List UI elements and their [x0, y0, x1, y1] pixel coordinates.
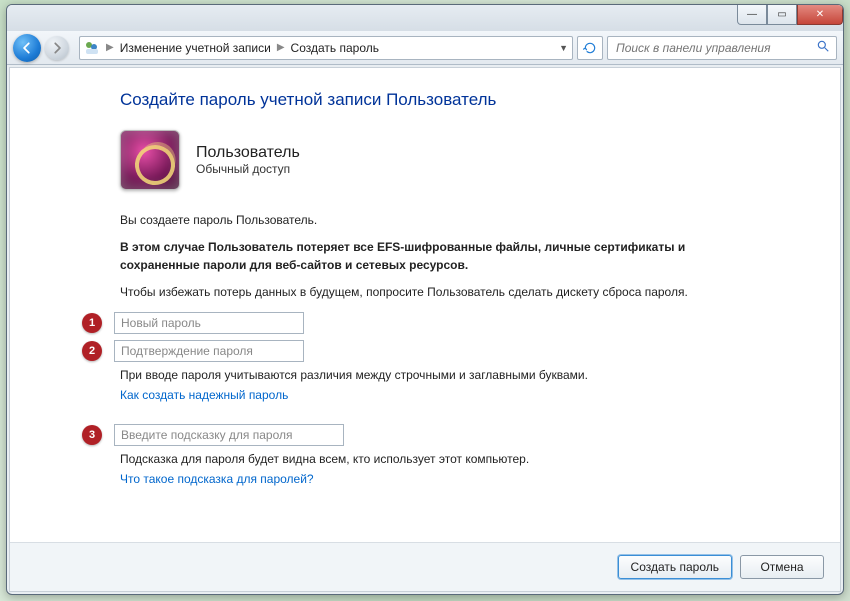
password-hint-link[interactable]: Что такое подсказка для паролей? [120, 472, 760, 486]
row-new-password: 1 [58, 312, 760, 334]
warning-text: В этом случае Пользователь потеряет все … [120, 239, 760, 274]
breadcrumb-chevron-icon: ▶ [106, 42, 114, 53]
minimize-button[interactable]: — [737, 5, 767, 25]
search-icon [816, 39, 830, 56]
hint-visibility-note: Подсказка для пароля будет видна всем, к… [120, 452, 760, 466]
close-button[interactable]: ✕ [797, 5, 843, 25]
step-badge-3: 3 [82, 425, 102, 445]
content-area: Создайте пароль учетной записи Пользоват… [9, 67, 841, 592]
page-title: Создайте пароль учетной записи Пользоват… [120, 90, 760, 110]
breadcrumb-item-create-password[interactable]: Создать пароль [291, 41, 379, 55]
user-name: Пользователь [196, 144, 300, 162]
address-bar[interactable]: ▶ Изменение учетной записи ▶ Создать пар… [79, 36, 573, 60]
window-buttons: — ▭ ✕ [737, 5, 843, 25]
arrow-right-icon [50, 41, 64, 55]
navigation-bar: ▶ Изменение учетной записи ▶ Создать пар… [7, 31, 843, 65]
new-password-input[interactable] [114, 312, 304, 334]
row-password-hint: 3 [58, 424, 760, 446]
create-password-form: Создайте пароль учетной записи Пользоват… [10, 68, 840, 486]
step-badge-2: 2 [82, 341, 102, 361]
user-accounts-icon [84, 40, 100, 56]
control-panel-window: — ▭ ✕ ▶ Изменение учетной записи ▶ Созда… [6, 4, 844, 595]
button-bar: Создать пароль Отмена [10, 542, 840, 591]
intro-text: Вы создаете пароль Пользователь. [120, 212, 760, 229]
strong-password-link[interactable]: Как создать надежный пароль [120, 388, 760, 402]
address-dropdown-icon[interactable]: ▼ [559, 43, 568, 53]
confirm-password-input[interactable] [114, 340, 304, 362]
search-input[interactable] [614, 40, 810, 56]
step-badge-1: 1 [82, 313, 102, 333]
create-password-button[interactable]: Создать пароль [618, 555, 732, 579]
avatar [120, 130, 180, 190]
maximize-button[interactable]: ▭ [767, 5, 797, 25]
refresh-button[interactable] [577, 36, 603, 60]
password-hint-input[interactable] [114, 424, 344, 446]
back-button[interactable] [13, 34, 41, 62]
titlebar: — ▭ ✕ [7, 5, 843, 31]
breadcrumb-item-account[interactable]: Изменение учетной записи [120, 41, 271, 55]
row-confirm-password: 2 [58, 340, 760, 362]
user-role: Обычный доступ [196, 162, 300, 176]
refresh-icon [583, 41, 597, 55]
case-sensitivity-note: При вводе пароля учитываются различия ме… [120, 368, 760, 382]
arrow-left-icon [20, 41, 34, 55]
cancel-button[interactable]: Отмена [740, 555, 824, 579]
user-block: Пользователь Обычный доступ [120, 130, 760, 190]
breadcrumb-chevron-icon: ▶ [277, 42, 285, 53]
search-box[interactable] [607, 36, 837, 60]
advice-text: Чтобы избежать потерь данных в будущем, … [120, 284, 760, 301]
forward-button[interactable] [45, 36, 69, 60]
